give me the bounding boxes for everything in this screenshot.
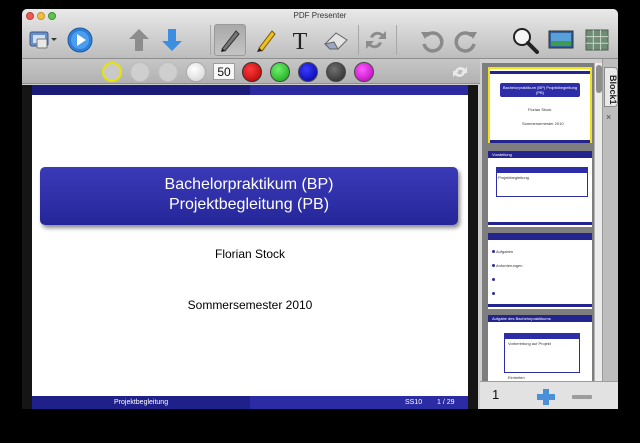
thumb-line: Einheiten — [508, 375, 525, 380]
thumb-title: Aufgabe des Bachelorpraktikums — [492, 316, 551, 321]
reload-icon[interactable] — [450, 63, 470, 86]
text-icon: T — [293, 29, 308, 53]
pen-tool-button[interactable] — [214, 24, 246, 56]
current-slide: Bachelorpraktikum (BP) Projektbegleitung… — [32, 85, 468, 409]
thumbnail-slide-1[interactable]: Bachelorpraktikum (BP) Projektbegleitung… — [488, 67, 592, 143]
color-magenta-swatch[interactable] — [354, 62, 374, 82]
previous-slide-button[interactable] — [126, 24, 152, 56]
mini-bullet — [492, 264, 495, 267]
stroke-size-large-button[interactable] — [158, 62, 178, 82]
mini-block-head — [505, 334, 579, 339]
arrow-down-icon — [162, 29, 182, 51]
display-settings-icon — [29, 31, 57, 49]
grid-view-button[interactable] — [582, 24, 612, 56]
color-green-swatch[interactable] — [270, 62, 290, 82]
thumb-line: Projektbegleitung — [498, 175, 529, 180]
zoom-button[interactable] — [510, 24, 540, 56]
eraser-tool-button[interactable] — [320, 24, 352, 56]
redo-button[interactable] — [452, 24, 480, 56]
slide-canvas[interactable]: Bachelorpraktikum (BP) Projektbegleitung… — [22, 85, 478, 409]
thumb-title: Vorstellung — [492, 152, 512, 157]
undo-button[interactable] — [418, 24, 446, 56]
mini-footer — [490, 140, 590, 143]
thumb-title: Bachelorpraktikum (BP) Projektbegleitung… — [502, 85, 578, 95]
marker-icon — [257, 30, 276, 52]
window-title: PDF Presenter — [293, 11, 347, 20]
thumb-line: Anforderungen — [496, 263, 523, 268]
thumb-line: Vorbereitung auf Projekt — [508, 341, 551, 346]
svg-text:T: T — [293, 29, 308, 53]
monitor-button[interactable] — [546, 24, 576, 56]
color-blue-swatch[interactable] — [298, 62, 318, 82]
mini-block — [496, 167, 588, 197]
pen-icon — [221, 30, 240, 52]
mini-block-head — [497, 168, 587, 173]
thumbnail-list[interactable]: Bachelorpraktikum (BP) Projektbegleitung… — [482, 63, 594, 381]
arrow-up-icon — [129, 29, 149, 51]
swap-screens-button[interactable] — [362, 24, 390, 56]
toolbar-separator — [358, 25, 359, 55]
slide-title-line1: Bachelorpraktikum (BP) — [164, 176, 334, 193]
color-red-swatch[interactable] — [242, 62, 262, 82]
thumbnail-slide-4[interactable]: Aufgabe des Bachelorpraktikums Vorbereit… — [488, 315, 592, 381]
monitor-icon — [548, 30, 574, 49]
slide-term: Sommersemester 2010 — [187, 298, 313, 312]
title-bar: PDF Presenter T — [22, 9, 618, 59]
thumb-line: Sommersemester 2010 — [522, 121, 564, 126]
tab-block1[interactable]: Block1 — [604, 67, 618, 107]
display-settings-button[interactable] — [26, 24, 60, 56]
slide-title-line2: Projektbegleitung (PB) — [168, 196, 330, 213]
stroke-size-small-button[interactable] — [102, 62, 122, 82]
swap-icon — [366, 31, 386, 49]
add-block-button[interactable] — [536, 388, 556, 406]
slide-footer-title: Projektbegleitung — [114, 399, 169, 406]
plus-icon — [537, 389, 555, 405]
slide-header-bar — [32, 85, 468, 95]
tab-label: Block1 — [608, 75, 618, 105]
current-page-number: 1 — [492, 387, 500, 402]
thumb-line: Florian Stock — [528, 107, 552, 112]
toolbar-separator — [210, 25, 211, 55]
mini-footer — [488, 304, 592, 307]
mini-bullet — [492, 278, 495, 281]
mini-footer — [488, 222, 592, 225]
mini-header — [490, 71, 590, 74]
play-icon — [67, 27, 93, 53]
grid-icon — [585, 29, 609, 51]
redo-icon — [454, 31, 477, 53]
stroke-size-xlarge-button[interactable] — [186, 62, 206, 82]
sidebar-footer: 1 — [480, 381, 618, 409]
slide-author: Florian Stock — [214, 247, 286, 261]
slide-footer: Projektbegleitung SS10 1 / 29 — [32, 396, 468, 409]
mini-header — [488, 233, 592, 240]
next-slide-button[interactable] — [159, 24, 185, 56]
play-button[interactable] — [64, 24, 96, 56]
thumbnail-slide-3[interactable]: Aufgaben Anforderungen — [488, 233, 592, 309]
mini-block — [504, 333, 580, 373]
block-tabs: Block1 × — [602, 59, 618, 381]
mini-bullet — [492, 292, 495, 295]
pen-settings-bar: 50 — [22, 59, 480, 84]
zoom-icon — [513, 28, 539, 54]
close-tab-icon[interactable]: × — [606, 112, 611, 122]
eraser-icon — [324, 32, 348, 50]
thumbnail-scrollbar[interactable] — [594, 63, 602, 381]
slide-footer-page: 1 / 29 — [437, 399, 455, 406]
thumbnail-slide-2[interactable]: Vorstellung Projektbegleitung — [488, 151, 592, 227]
text-tool-button[interactable]: T — [286, 24, 314, 56]
thumb-line: Aufgaben — [496, 249, 514, 254]
app-window: PDF Presenter T 50 Bachelorpraktikum (BP… — [22, 9, 618, 409]
color-black-swatch[interactable] — [326, 62, 346, 82]
remove-block-button[interactable] — [572, 395, 592, 399]
toolbar-separator — [396, 25, 397, 55]
stroke-size-medium-button[interactable] — [130, 62, 150, 82]
stroke-size-field[interactable]: 50 — [213, 63, 235, 80]
undo-icon — [421, 31, 444, 53]
marker-tool-button[interactable] — [252, 24, 280, 56]
mini-bullet — [492, 250, 495, 253]
thumbnail-sidebar: Bachelorpraktikum (BP) Projektbegleitung… — [480, 59, 618, 409]
slide-title-box: Bachelorpraktikum (BP) Projektbegleitung… — [40, 167, 458, 225]
slide-footer-course: SS10 — [405, 399, 423, 406]
